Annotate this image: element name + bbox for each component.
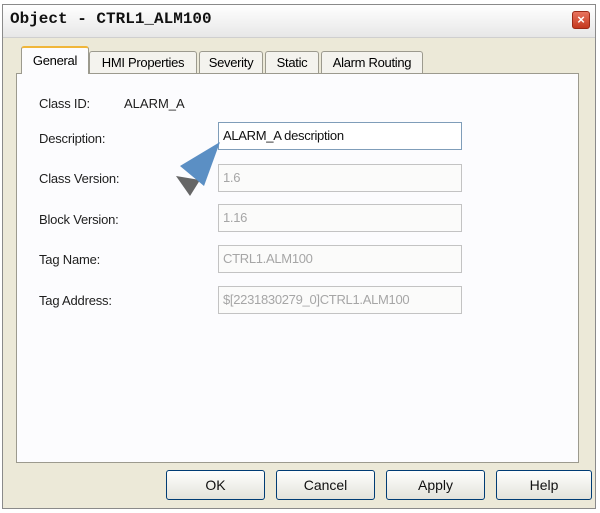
tag-address-label: Tag Address:	[39, 293, 112, 308]
tag-address-field: $[22318302​79_0]CTRL1.ALM100	[218, 286, 462, 314]
class-id-value: ALARM_A	[124, 96, 185, 111]
class-id-label: Class ID:	[39, 96, 90, 111]
tag-name-field: CTRL1.ALM100	[218, 245, 462, 273]
apply-button[interactable]: Apply	[386, 470, 485, 500]
class-version-label: Class Version:	[39, 171, 120, 186]
class-version-field: 1.6	[218, 164, 462, 192]
cancel-button[interactable]: Cancel	[276, 470, 375, 500]
callout-arrow-icon	[176, 142, 220, 196]
tag-name-label: Tag Name:	[39, 252, 101, 267]
description-label: Description:	[39, 131, 106, 146]
block-version-label: Block Version:	[39, 212, 119, 227]
block-version-field: 1.16	[218, 204, 462, 232]
description-field[interactable]: ALARM_A description	[218, 122, 462, 150]
help-button[interactable]: Help	[496, 470, 592, 500]
ok-button[interactable]: OK	[166, 470, 265, 500]
